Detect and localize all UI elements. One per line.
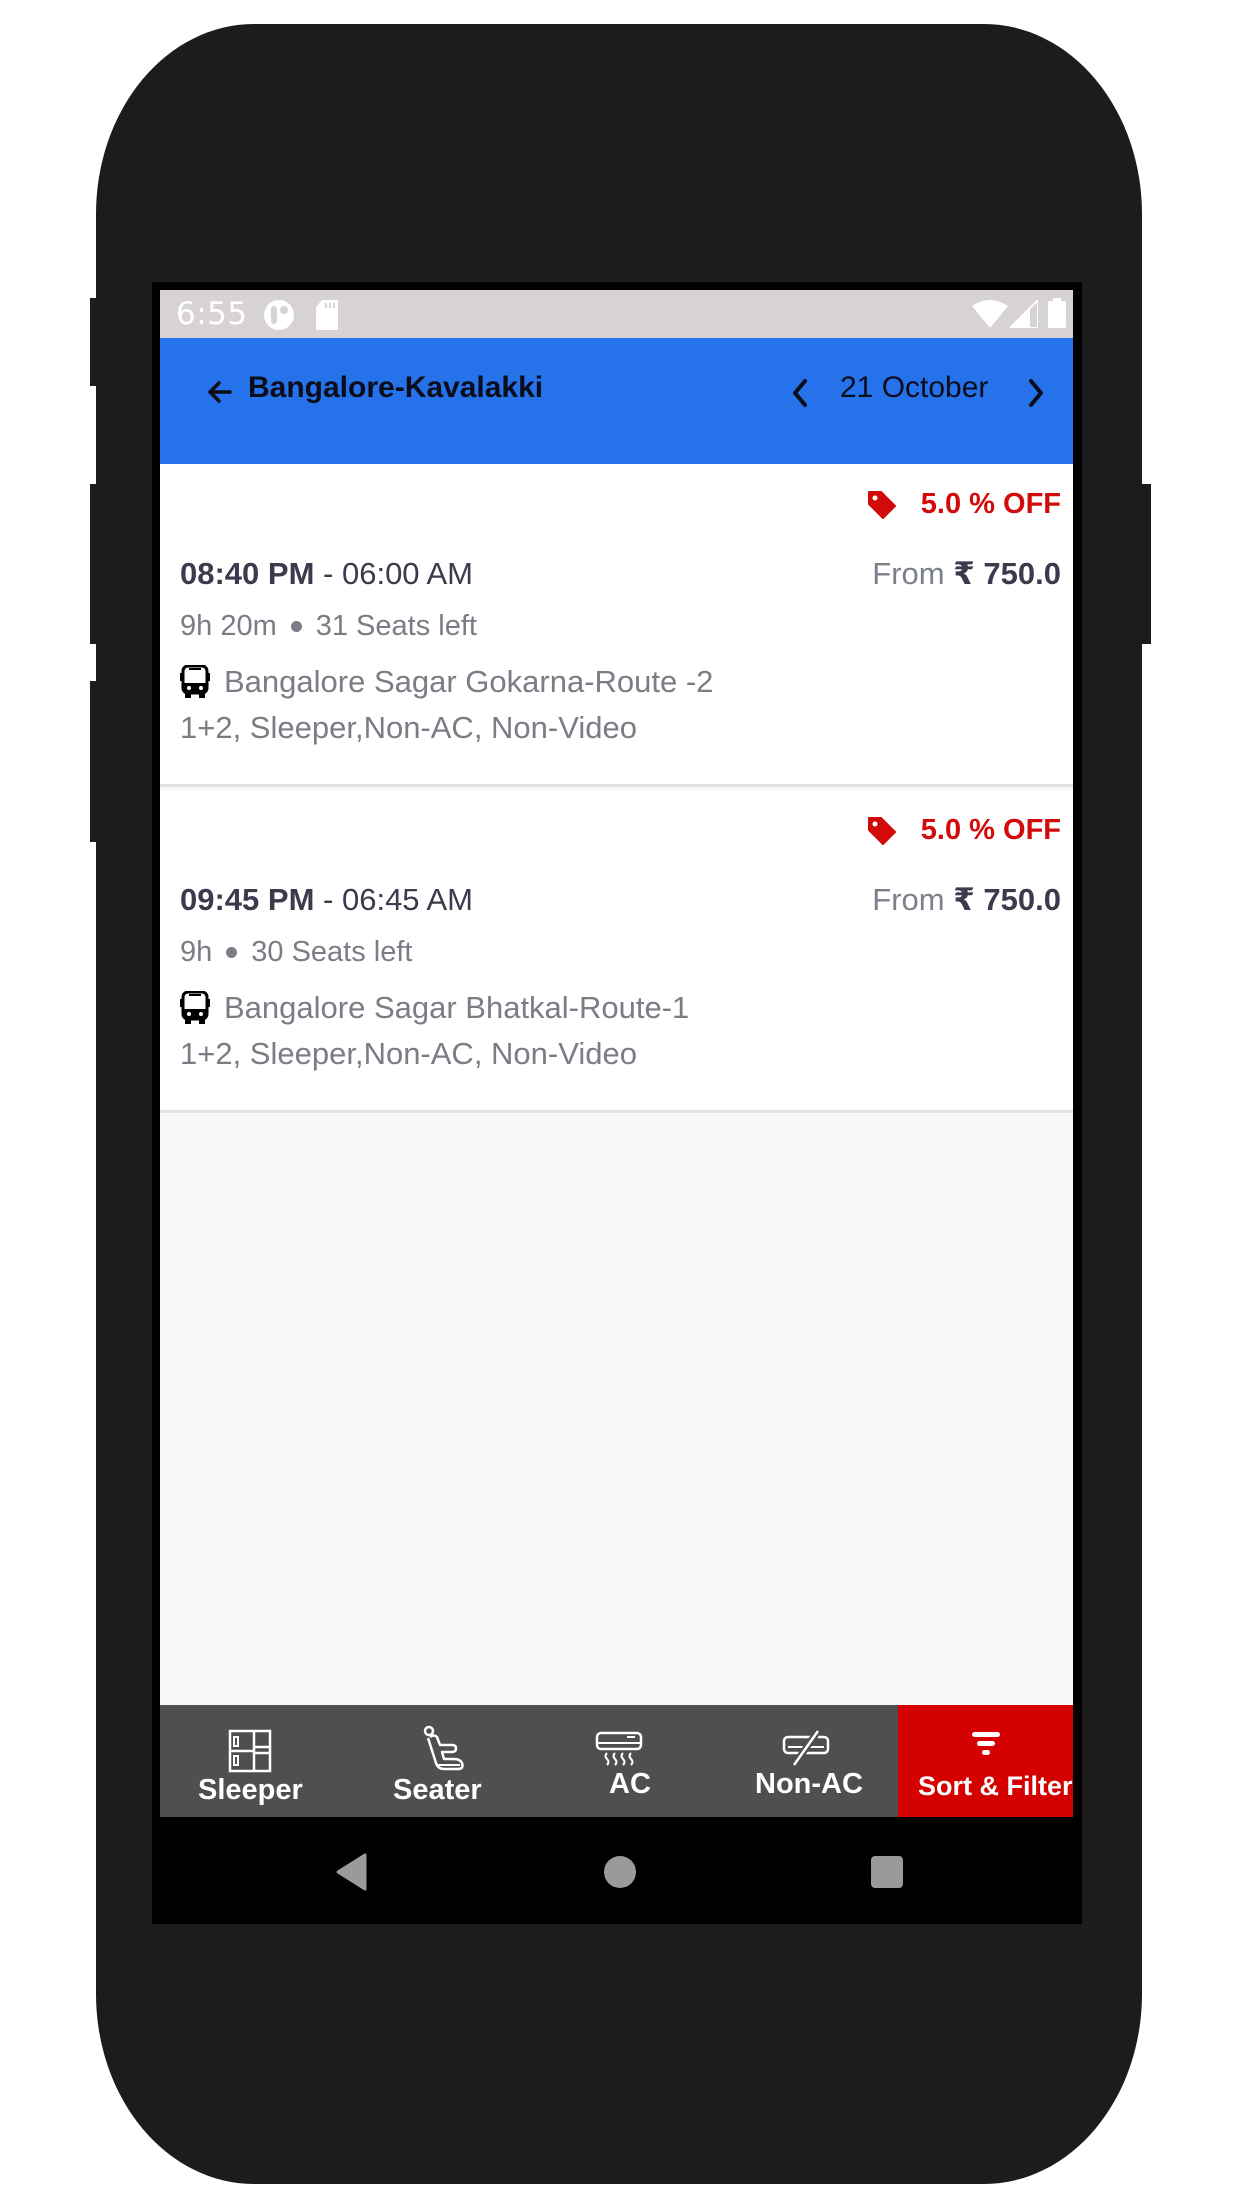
filter-bar: Sleeper Seater AC Non-AC Sort & Filter bbox=[160, 1705, 1073, 1817]
filter-label: AC bbox=[609, 1768, 651, 1800]
bus-card[interactable]: 5.0 % OFF 08:40 PM - 06:00 AM From ₹ 750… bbox=[160, 464, 1073, 787]
notification-app-icon bbox=[264, 300, 294, 330]
trip-meta: 9h 20m 31 Seats left bbox=[180, 610, 477, 643]
arrival-time: 06:00 AM bbox=[341, 556, 473, 591]
date-label[interactable]: 21 October bbox=[840, 371, 988, 405]
sort-and-filter-button[interactable]: Sort & Filter bbox=[898, 1705, 1073, 1817]
departure-time: 09:45 PM bbox=[180, 882, 315, 917]
filter-sleeper[interactable]: Sleeper bbox=[160, 1705, 340, 1817]
bullet-separator bbox=[290, 621, 302, 632]
system-nav-bar bbox=[160, 1817, 1073, 1924]
arrival-time: 06:45 AM bbox=[341, 882, 473, 917]
side-button-power bbox=[90, 298, 98, 386]
fare-prefix: From bbox=[872, 882, 945, 917]
departure-time: 08:40 PM bbox=[180, 556, 315, 591]
fare-amount: ₹ 750.0 bbox=[953, 556, 1061, 591]
filter-icon bbox=[972, 1732, 1000, 1755]
time-separator: - bbox=[314, 556, 342, 591]
route: Bangalore Sagar Bhatkal-Route-1 bbox=[180, 990, 689, 1026]
arrow-left-icon[interactable] bbox=[206, 378, 234, 406]
no-ac-icon bbox=[782, 1729, 830, 1767]
bus-card[interactable]: 5.0 % OFF 09:45 PM - 06:45 AM From ₹ 750… bbox=[160, 790, 1073, 1113]
trip-times: 08:40 PM - 06:00 AM bbox=[180, 556, 473, 592]
route-name: Bangalore Sagar Gokarna-Route -2 bbox=[224, 664, 714, 699]
chevron-right-icon[interactable] bbox=[1026, 378, 1046, 408]
fare-prefix: From bbox=[872, 556, 945, 591]
route-name: Bangalore Sagar Bhatkal-Route-1 bbox=[224, 990, 690, 1025]
discount-badge: 5.0 % OFF bbox=[867, 488, 1061, 521]
duration: 9h bbox=[180, 936, 213, 968]
seat-icon bbox=[423, 1725, 464, 1771]
side-button-volume-down bbox=[90, 681, 98, 842]
bus-amenities: 1+2, Sleeper,Non-AC, Non-Video bbox=[180, 710, 637, 745]
status-bar: 6:55 bbox=[160, 290, 1073, 338]
bus-amenities: 1+2, Sleeper,Non-AC, Non-Video bbox=[180, 1036, 637, 1071]
filter-ac[interactable]: AC bbox=[540, 1705, 720, 1817]
price-tag-icon bbox=[867, 816, 896, 845]
filter-non-ac[interactable]: Non-AC bbox=[720, 1705, 898, 1817]
nav-home-icon[interactable] bbox=[603, 1855, 637, 1889]
status-time: 6:55 bbox=[176, 296, 248, 332]
chevron-left-icon[interactable] bbox=[790, 378, 810, 408]
seats-left: 30 Seats left bbox=[251, 936, 413, 968]
bus-icon bbox=[180, 991, 210, 1024]
side-button-right bbox=[1140, 484, 1151, 644]
price-tag-icon bbox=[867, 490, 896, 519]
filter-label: Sleeper bbox=[198, 1774, 303, 1806]
fare: From ₹ 750.0 bbox=[872, 556, 1061, 592]
side-button-volume-up bbox=[90, 484, 98, 644]
filter-seater[interactable]: Seater bbox=[340, 1705, 540, 1817]
discount-badge: 5.0 % OFF bbox=[867, 814, 1061, 847]
duration: 9h 20m bbox=[180, 610, 277, 642]
fare-amount: ₹ 750.0 bbox=[953, 882, 1061, 917]
nav-recents-icon[interactable] bbox=[870, 1855, 904, 1889]
filter-label: Seater bbox=[393, 1774, 482, 1806]
discount-text: 5.0 % OFF bbox=[920, 814, 1061, 846]
nav-back-icon[interactable] bbox=[335, 1853, 369, 1891]
trip-meta: 9h 30 Seats left bbox=[180, 936, 412, 969]
fare: From ₹ 750.0 bbox=[872, 882, 1061, 918]
discount-text: 5.0 % OFF bbox=[920, 488, 1061, 520]
trip-times: 09:45 PM - 06:45 AM bbox=[180, 882, 473, 918]
air-conditioner-icon bbox=[595, 1731, 643, 1766]
time-separator: - bbox=[314, 882, 342, 917]
route: Bangalore Sagar Gokarna-Route -2 bbox=[180, 664, 713, 700]
app-bar: Bangalore-Kavalakki 21 October bbox=[160, 338, 1073, 464]
wifi-icon bbox=[972, 300, 1008, 328]
sleeper-icon bbox=[228, 1729, 272, 1773]
signal-icon bbox=[1010, 300, 1038, 328]
battery-icon bbox=[1048, 298, 1066, 328]
screen: 6:55 Bangalore-Kavalakki 21 October 5.0 … bbox=[160, 290, 1073, 1924]
seats-left: 31 Seats left bbox=[315, 610, 477, 642]
page-title: Bangalore-Kavalakki bbox=[248, 371, 544, 404]
sd-card-icon bbox=[316, 300, 338, 330]
filter-label: Non-AC bbox=[755, 1768, 863, 1800]
bus-icon bbox=[180, 665, 210, 698]
bullet-separator bbox=[226, 947, 238, 958]
filter-label: Sort & Filter bbox=[918, 1771, 1073, 1801]
